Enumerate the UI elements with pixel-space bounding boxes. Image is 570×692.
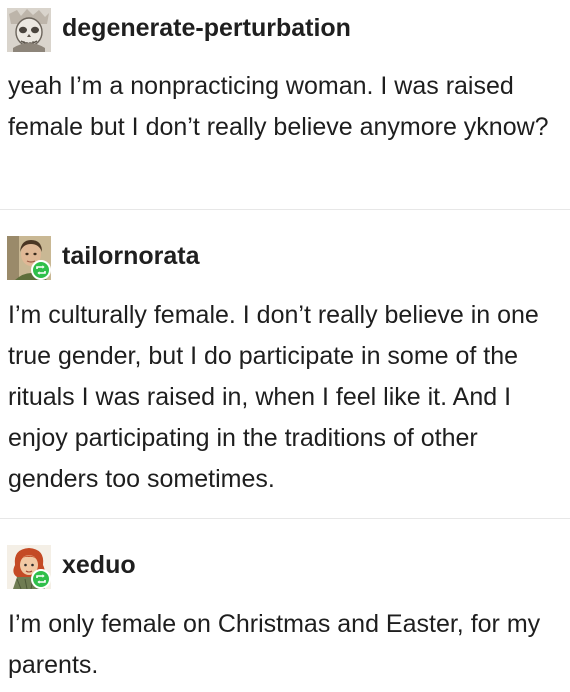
post-header: tailornorata [0, 232, 570, 280]
post-header: xeduo [0, 540, 570, 589]
post-text: I’m culturally female. I don’t really be… [8, 301, 539, 493]
tumblr-thread: { "posts": [ { "username": "degenerate-p… [0, 0, 570, 692]
username-link[interactable]: degenerate-perturbation [62, 14, 351, 43]
post-xeduo: xeduo I’m only female on Christmas and E… [0, 540, 570, 679]
username-link[interactable]: xeduo [62, 551, 136, 580]
post-text: I’m only female on Christmas and Easter,… [8, 610, 541, 679]
post-text: yeah I’m a nonpracticing woman. I was ra… [8, 72, 549, 141]
post-degenerate-perturbation: degenerate-perturbation yeah I’m a nonpr… [0, 4, 570, 141]
post-tailornorata: tailornorata I’m culturally female. I do… [0, 232, 570, 493]
post-divider [0, 518, 570, 519]
reblog-icon [31, 569, 51, 589]
post-header: degenerate-perturbation [0, 4, 570, 52]
reblog-icon [31, 260, 51, 280]
username-link[interactable]: tailornorata [62, 242, 200, 271]
post-divider [0, 209, 570, 210]
skull-portrait-avatar-icon[interactable] [7, 8, 51, 52]
